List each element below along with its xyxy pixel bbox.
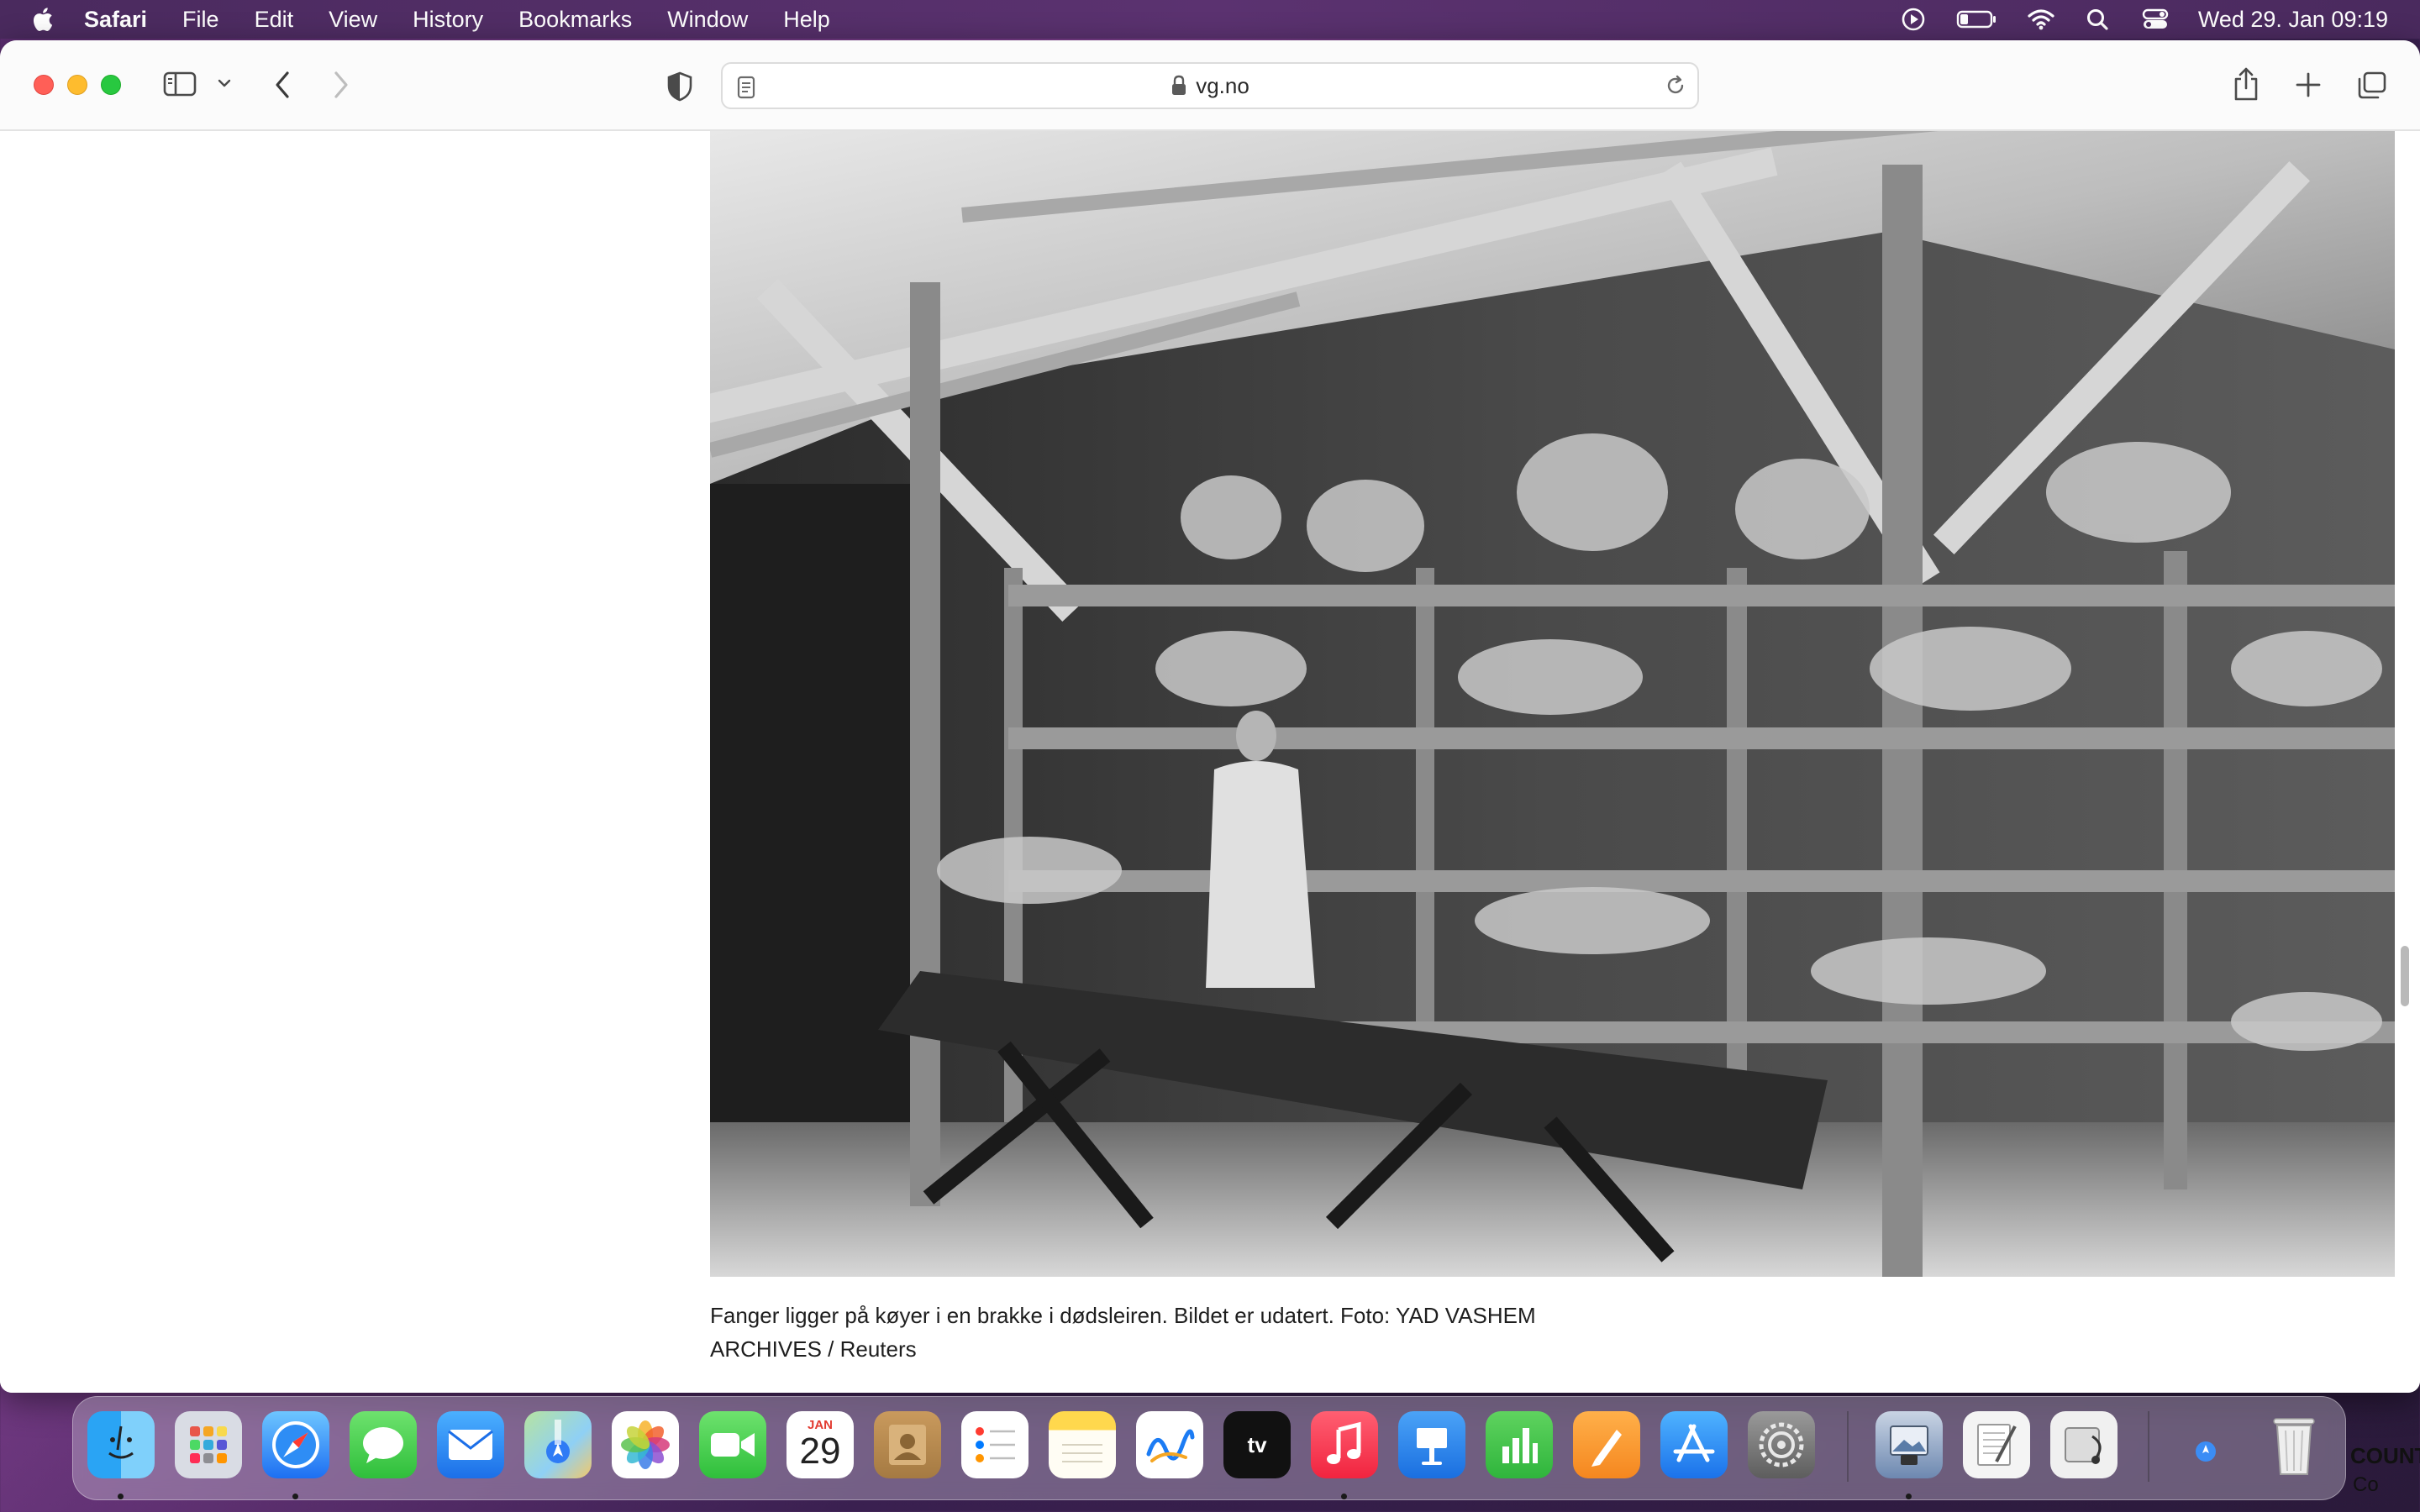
- caption-line-1: Fanger ligger på køyer i en brakke i død…: [710, 1303, 1536, 1328]
- keynote-icon[interactable]: [1398, 1411, 1465, 1478]
- maps-icon[interactable]: [524, 1411, 592, 1478]
- page-menu-icon[interactable]: [736, 75, 756, 100]
- menu-file[interactable]: File: [182, 7, 219, 33]
- menu-help[interactable]: Help: [783, 7, 830, 33]
- calendar-day: 29: [799, 1431, 841, 1472]
- dock-separator: [2148, 1411, 2149, 1482]
- reload-icon[interactable]: [1664, 74, 1687, 97]
- wifi-icon[interactable]: [2027, 7, 2055, 32]
- shield-icon: [667, 71, 692, 102]
- system-settings-icon[interactable]: [1748, 1411, 1815, 1478]
- plus-icon: [2296, 72, 2321, 97]
- textedit-icon[interactable]: [1963, 1411, 2030, 1478]
- pages-icon[interactable]: [1573, 1411, 1640, 1478]
- apple-tv-icon[interactable]: tv: [1223, 1411, 1291, 1478]
- freeform-icon[interactable]: [1136, 1411, 1203, 1478]
- url-text: vg.no: [1196, 72, 1249, 98]
- window-minimize-button[interactable]: [67, 75, 87, 95]
- chevron-left-icon: [276, 71, 289, 98]
- menubar-clock[interactable]: Wed 29. Jan 09:19: [2198, 7, 2388, 33]
- desktop-text-snippet: COUNT: [2350, 1443, 2420, 1468]
- browser-toolbar: vg.no: [0, 40, 2420, 131]
- page-scrollbar[interactable]: [2401, 946, 2409, 1006]
- dock-separator: [1847, 1411, 1849, 1482]
- window-maximize-button[interactable]: [101, 75, 121, 95]
- safari-running-indicator: [292, 1494, 298, 1499]
- apple-tv-label: tv: [1247, 1431, 1267, 1457]
- desktop-text-snippet-2: Co: [2353, 1473, 2379, 1496]
- web-page-content: Fanger ligger på køyer i en brakke i død…: [0, 131, 2420, 1393]
- trash-icon[interactable]: [2260, 1411, 2328, 1478]
- menu-app-safari[interactable]: Safari: [84, 7, 147, 33]
- photos-icon[interactable]: [612, 1411, 679, 1478]
- address-bar[interactable]: vg.no: [721, 62, 1699, 109]
- spotlight-search-icon[interactable]: [2084, 7, 2112, 32]
- contacts-icon[interactable]: [874, 1411, 941, 1478]
- menu-edit[interactable]: Edit: [255, 7, 294, 33]
- mail-icon[interactable]: [437, 1411, 504, 1478]
- safari-icon[interactable]: [262, 1411, 329, 1478]
- battery-icon[interactable]: [1956, 7, 1998, 32]
- menu-bar: Safari File Edit View History Bookmarks …: [0, 0, 2420, 39]
- preview-running-indicator: [1906, 1494, 1912, 1499]
- downloads-stack-icon[interactable]: [2168, 1411, 2244, 1478]
- numbers-icon[interactable]: [1486, 1411, 1553, 1478]
- system-information-icon[interactable]: [2050, 1411, 2118, 1478]
- safari-window: vg.no Fanger ligger på køyer i en brakke…: [0, 40, 2420, 1393]
- music-icon[interactable]: [1311, 1411, 1378, 1478]
- sidebar-toggle-button[interactable]: [163, 71, 197, 97]
- facetime-icon[interactable]: [699, 1411, 766, 1478]
- menu-history[interactable]: History: [413, 7, 483, 33]
- chevron-down-icon: [218, 79, 231, 87]
- menu-window[interactable]: Window: [667, 7, 748, 33]
- window-close-button[interactable]: [34, 75, 54, 95]
- finder-running-indicator: [118, 1494, 124, 1499]
- menu-view[interactable]: View: [329, 7, 377, 33]
- sidebar-icon: [163, 71, 197, 97]
- share-icon: [2234, 67, 2258, 101]
- messages-icon[interactable]: [350, 1411, 417, 1478]
- share-button[interactable]: [2232, 66, 2260, 102]
- new-tab-button[interactable]: [2294, 71, 2323, 99]
- preview-icon[interactable]: [1876, 1411, 1943, 1478]
- app-store-icon[interactable]: [1660, 1411, 1728, 1478]
- lock-icon: [1172, 75, 1186, 95]
- control-center-icon[interactable]: [2141, 7, 2170, 32]
- apple-menu-icon[interactable]: [30, 6, 54, 33]
- reminders-icon[interactable]: [961, 1411, 1028, 1478]
- tab-overview-icon: [2358, 71, 2386, 99]
- photo-caption: Fanger ligger på køyer i en brakke i død…: [710, 1299, 1651, 1366]
- calendar-icon[interactable]: JAN 29: [786, 1411, 854, 1478]
- tab-overview-button[interactable]: [2356, 71, 2388, 101]
- music-running-indicator: [1341, 1494, 1347, 1499]
- notes-icon[interactable]: [1049, 1411, 1116, 1478]
- back-button[interactable]: [271, 69, 294, 101]
- menu-bookmarks[interactable]: Bookmarks: [518, 7, 632, 33]
- caption-line-2: ARCHIVES / Reuters: [710, 1336, 917, 1362]
- tab-group-dropdown-button[interactable]: [217, 77, 232, 89]
- launchpad-icon[interactable]: [175, 1411, 242, 1478]
- chevron-right-icon: [334, 71, 348, 98]
- finder-icon[interactable]: [87, 1411, 155, 1478]
- article-photo: [710, 131, 2395, 1277]
- privacy-report-button[interactable]: [666, 71, 694, 102]
- forward-button[interactable]: [329, 69, 353, 101]
- now-playing-icon[interactable]: [1899, 7, 1928, 32]
